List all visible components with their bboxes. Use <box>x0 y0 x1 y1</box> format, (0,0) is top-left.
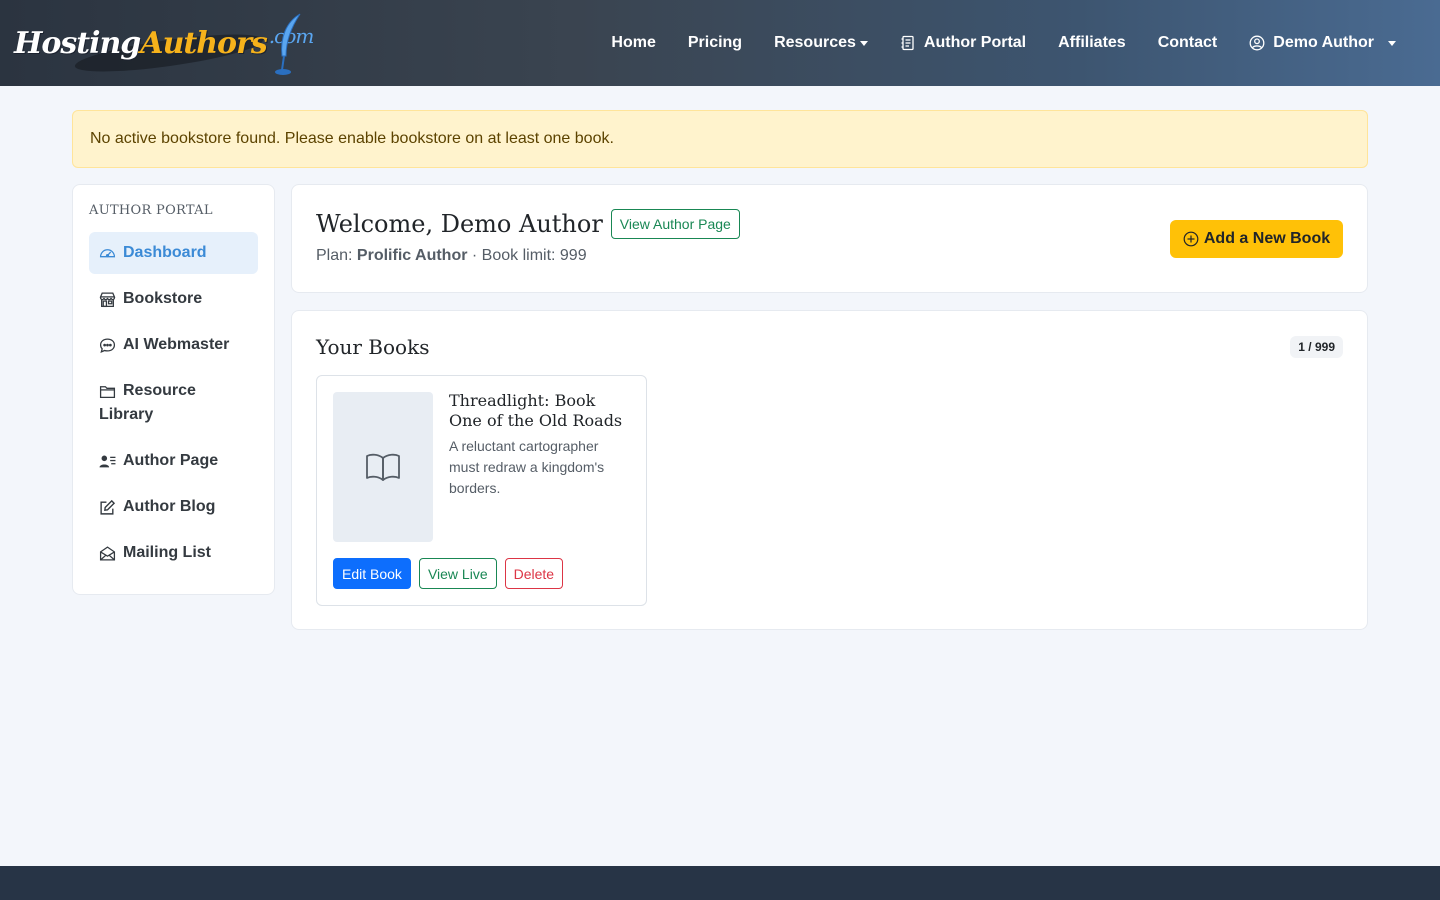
sidebar-item-mailing-list[interactable]: Mailing List <box>89 532 258 574</box>
sidebar-item-dashboard[interactable]: Dashboard <box>89 232 258 274</box>
journal-icon <box>901 35 914 51</box>
nav-affiliates[interactable]: Affiliates <box>1042 34 1142 52</box>
sidebar-item-ai-webmaster[interactable]: AI Webmaster <box>89 324 258 366</box>
nav-pricing-label: Pricing <box>687 34 743 51</box>
user-circle-icon <box>1249 35 1265 51</box>
sidebar-item-label: Dashboard <box>123 244 207 261</box>
nav-contact-label: Contact <box>1157 34 1218 51</box>
warning-alert: No active bookstore found. Please enable… <box>72 110 1368 168</box>
envelope-open-icon <box>99 541 117 565</box>
sidebar-item-author-page[interactable]: Author Page <box>89 440 258 482</box>
nav-pricing[interactable]: Pricing <box>672 34 758 52</box>
logo-text: Hosting Authors .com <box>14 24 314 61</box>
sidebar-item-label: Bookstore <box>123 290 203 307</box>
logo-text-hosting: Hosting <box>14 25 141 61</box>
nav-contact[interactable]: Contact <box>1142 34 1234 52</box>
view-live-button[interactable]: View Live <box>418 558 497 589</box>
folder-icon <box>99 379 117 403</box>
pencil-square-icon <box>99 495 117 519</box>
plan-name: Prolific Author <box>356 247 468 264</box>
sidebar-heading: Author Portal <box>89 203 213 218</box>
shop-icon <box>99 287 117 311</box>
sidebar-item-label: Author Blog <box>123 498 216 516</box>
book-open-icon <box>366 453 400 481</box>
sidebar-item-label: Author Page <box>123 452 219 470</box>
edit-book-button[interactable]: Edit Book <box>333 558 411 589</box>
nav-affiliates-label: Affiliates <box>1058 34 1126 51</box>
your-books-title: Your Books <box>316 335 430 359</box>
welcome-header: Welcome, Demo Author View Author Page <box>316 209 740 239</box>
nav-home[interactable]: Home <box>595 34 671 52</box>
page-footer <box>0 866 1440 900</box>
book-count-badge: 1 / 999 <box>1290 336 1343 358</box>
sidebar: Author Portal Dashboard Bookstore AI Web… <box>72 184 275 595</box>
add-new-book-label: Add a New Book <box>1203 230 1331 247</box>
chat-icon <box>99 333 117 357</box>
welcome-title: Welcome, Demo Author <box>316 210 603 238</box>
delete-book-button[interactable]: Delete <box>504 558 564 589</box>
brand-logo[interactable]: Hosting Authors .com <box>14 10 314 80</box>
plus-circle-icon <box>1183 231 1199 247</box>
person-lines-icon <box>99 449 117 473</box>
nav-author-portal-label: Author Portal <box>923 34 1027 51</box>
speedometer-icon <box>99 241 117 265</box>
sidebar-item-author-blog[interactable]: Author Blog <box>89 486 258 528</box>
main-nav: Home Pricing Resources Author Portal Aff… <box>595 0 1412 86</box>
nav-author-portal[interactable]: Author Portal <box>884 34 1042 52</box>
your-books-card: Your Books 1 / 999 Threadlight: Book One… <box>291 310 1368 630</box>
sidebar-item-resource-library[interactable]: Resource Library <box>89 370 258 436</box>
book-card: Threadlight: Book One of the Old Roads A… <box>316 375 647 606</box>
book-title[interactable]: Threadlight: Book One of the Old Roads <box>449 391 629 431</box>
book-description: A reluctant cartographer must redraw a k… <box>449 438 605 496</box>
plan-info: Plan: Prolific Author · Book limit: 999 <box>316 247 587 265</box>
view-author-page-button[interactable]: View Author Page <box>610 209 740 239</box>
nav-resources-dropdown[interactable]: Resources <box>758 34 884 52</box>
sidebar-item-label: AI Webmaster <box>123 336 230 353</box>
plan-label: Plan: <box>316 247 353 264</box>
welcome-card: Welcome, Demo Author View Author Page Pl… <box>291 184 1368 293</box>
add-new-book-button[interactable]: Add a New Book <box>1170 220 1343 258</box>
book-cover-placeholder <box>333 392 433 542</box>
quill-icon <box>275 13 301 75</box>
user-name: Demo Author <box>1273 34 1374 51</box>
chevron-down-icon <box>859 40 868 46</box>
sidebar-item-bookstore[interactable]: Bookstore <box>89 278 258 320</box>
alert-text: No active bookstore found. Please enable… <box>90 130 614 147</box>
nav-home-label: Home <box>611 34 656 51</box>
book-limit: · Book limit: 999 <box>471 247 587 264</box>
chevron-down-icon <box>1388 40 1396 46</box>
logo-text-authors: Authors <box>140 25 267 61</box>
book-actions: Edit Book View Live Delete <box>333 558 564 589</box>
nav-resources-label: Resources <box>774 34 856 51</box>
top-navbar: Hosting Authors .com Home Pricing Resour… <box>0 0 1440 86</box>
user-menu-dropdown[interactable]: Demo Author <box>1233 34 1412 52</box>
sidebar-item-label: Mailing List <box>123 544 211 562</box>
